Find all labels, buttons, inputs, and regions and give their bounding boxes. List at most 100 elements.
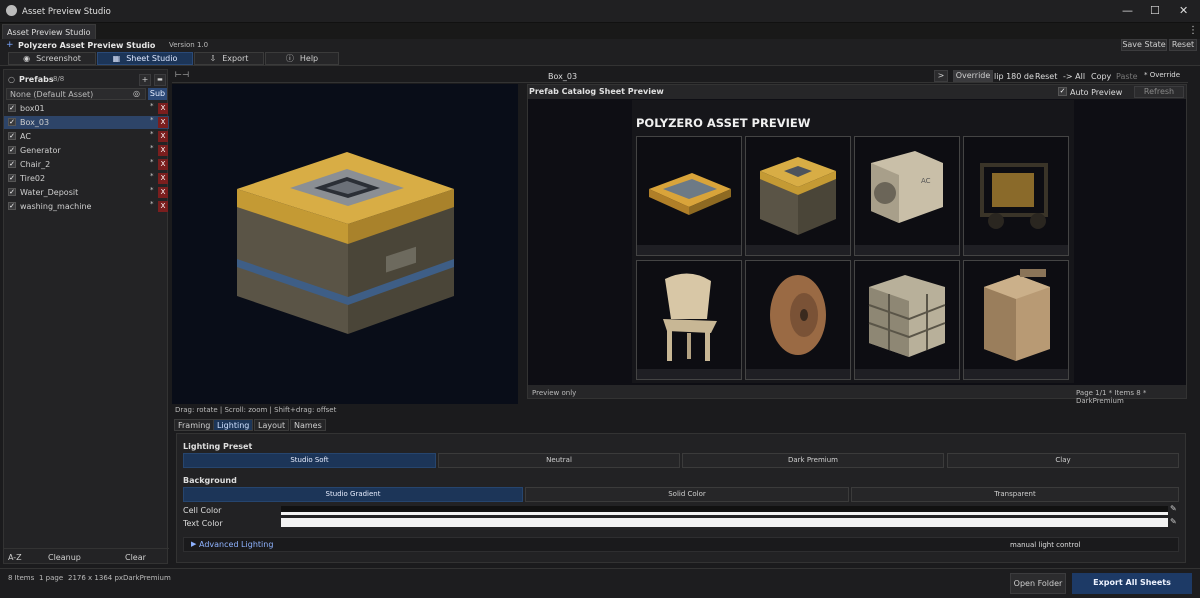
washing-machine-thumbnail [984,269,1050,361]
viewer-header: ⊢⊣ Box_03 > Override lip 180 de Reset ->… [172,69,1188,83]
tab-screenshot[interactable]: ◉ Screenshot [8,52,96,65]
prefab-star: * [150,116,154,124]
default-asset-field[interactable]: None (Default Asset) [6,88,146,100]
status-bar: 8 Items 1 page 2176 x 1364 px DarkPremiu… [0,568,1200,598]
tab-layout[interactable]: Layout [254,419,290,431]
prefab-checkbox[interactable]: ✓ [8,132,16,140]
prefab-name: Box_03 [20,118,50,127]
tab-framing[interactable]: Framing [174,419,215,431]
box03-thumbnail [760,157,836,235]
prefab-checkbox[interactable]: ✓ [8,146,16,154]
advanced-lighting-label: Advanced Lighting [199,540,274,549]
cell-color-swatch[interactable] [281,506,1168,515]
svg-text:AC: AC [921,177,931,185]
tab-export[interactable]: ⇩ Export [194,52,264,65]
tab-help[interactable]: ⓘ Help [265,52,339,65]
version-label: Version 1.0 [169,41,209,49]
flip-field[interactable]: lip 180 de [994,72,1034,81]
preview-page-status: Page 1/1 * Items 8 * DarkPremium [1076,389,1147,405]
remove-prefab-button[interactable]: X [158,173,168,184]
cell-eyedropper-icon[interactable]: ✎ [1170,504,1177,513]
sort-az-button[interactable]: A-Z [8,553,22,562]
prefab-checkbox[interactable]: ✓ [8,174,16,182]
prefab-item[interactable]: ✓ washing_machine * X [4,200,169,213]
folder-icon[interactable]: ▬ [154,74,166,86]
sheet-cell-tire [745,260,851,380]
prefab-checkbox[interactable]: ✓ [8,202,16,210]
reset-view-button[interactable]: Reset [1035,72,1057,81]
prefab-checkbox[interactable]: ✓ [8,160,16,168]
close-icon[interactable]: ✕ [1179,4,1188,17]
prefab-star: * [150,130,154,138]
reset-state-button[interactable]: Reset [1169,39,1197,51]
doc-tab[interactable]: Asset Preview Studio [2,24,96,39]
maximize-icon[interactable]: ☐ [1150,4,1160,17]
title-bar: Asset Preview Studio — ☐ ✕ [0,0,1200,23]
remove-prefab-button[interactable]: X [158,131,168,142]
tab-lighting[interactable]: Lighting [213,419,254,431]
lighting-preset-title: Lighting Preset [183,442,253,451]
clear-button[interactable]: Clear [125,553,146,562]
paste-button[interactable]: Paste [1116,72,1138,81]
bg-solid-color[interactable]: Solid Color [525,487,849,502]
tab-names[interactable]: Names [290,419,326,431]
preset-studio-soft[interactable]: Studio Soft [183,453,436,468]
remove-prefab-button[interactable]: X [158,145,168,156]
prefab-item[interactable]: ✓ Chair_2 * X [4,158,169,171]
prefab-checkbox[interactable]: ✓ [8,188,16,196]
ac-thumbnail: AC [871,151,943,223]
preset-neutral[interactable]: Neutral [438,453,680,468]
bg-studio-gradient[interactable]: Studio Gradient [183,487,523,502]
remove-prefab-button[interactable]: X [158,103,168,114]
text-eyedropper-icon[interactable]: ✎ [1170,517,1177,526]
viewport-hint: Drag: rotate | Scroll: zoom | Shift+drag… [175,406,337,414]
save-state-button[interactable]: Save State [1121,39,1167,51]
open-folder-button[interactable]: Open Folder [1010,573,1066,594]
export-all-sheets-button[interactable]: Export All Sheets [1072,573,1192,594]
cell-label-bar [855,245,959,255]
prefab-star: * [150,102,154,110]
status-theme: DarkPremium [123,574,171,582]
add-prefab-button[interactable]: + [139,74,151,86]
prefab-checkbox[interactable]: ✓ [8,104,16,112]
fit-width-icon[interactable]: ⊢⊣ [175,70,189,79]
remove-prefab-button[interactable]: X [158,159,168,170]
cleanup-button[interactable]: Cleanup [48,553,81,562]
text-color-label: Text Color [183,519,223,528]
prefab-checkbox[interactable]: ✓ [8,118,16,126]
remove-prefab-button[interactable]: X [158,117,168,128]
sub-button[interactable]: Sub [148,88,167,100]
plus-icon[interactable]: + [6,40,14,50]
asset-viewport[interactable] [172,84,518,404]
next-button[interactable]: > [934,70,948,82]
prefab-item[interactable]: ✓ Water_Deposit * X [4,186,169,199]
prefab-item[interactable]: ✓ Tire02 * X [4,172,169,185]
prefab-item[interactable]: ✓ Box_03 * X [4,116,169,129]
preset-dark-premium[interactable]: Dark Premium [682,453,944,468]
sheet-cell-generator [963,136,1069,256]
target-icon[interactable]: ◎ [133,89,140,98]
bg-transparent[interactable]: Transparent [851,487,1179,502]
copy-button[interactable]: Copy [1091,72,1111,81]
override-button[interactable]: Override [953,70,993,82]
auto-preview-label: Auto Preview [1070,88,1123,97]
remove-prefab-button[interactable]: X [158,201,168,212]
prefab-item[interactable]: ✓ AC * X [4,130,169,143]
refresh-button[interactable]: Refresh [1134,86,1184,98]
prefab-item[interactable]: ✓ Generator * X [4,144,169,157]
remove-prefab-button[interactable]: X [158,187,168,198]
kebab-menu-icon[interactable]: ⋮ [1188,25,1198,36]
apply-all-button[interactable]: -> All [1063,72,1085,81]
cell-label-bar [746,369,850,379]
cell-label-bar [855,369,959,379]
chevron-right-icon: ▶ [191,540,197,548]
advanced-lighting-foldout[interactable]: ▶ Advanced Lighting manual light control [183,537,1179,552]
lighting-panel: Lighting Preset Studio Soft Neutral Dark… [176,433,1186,563]
prefabs-icon: ○ [8,75,15,84]
minimize-icon[interactable]: — [1122,4,1133,17]
text-color-swatch[interactable] [281,518,1168,527]
preset-clay[interactable]: Clay [947,453,1179,468]
prefab-item[interactable]: ✓ box01 * X [4,102,169,115]
tab-sheet-studio[interactable]: ▦ Sheet Studio [97,52,193,65]
auto-preview-checkbox[interactable]: ✓ [1058,87,1067,96]
